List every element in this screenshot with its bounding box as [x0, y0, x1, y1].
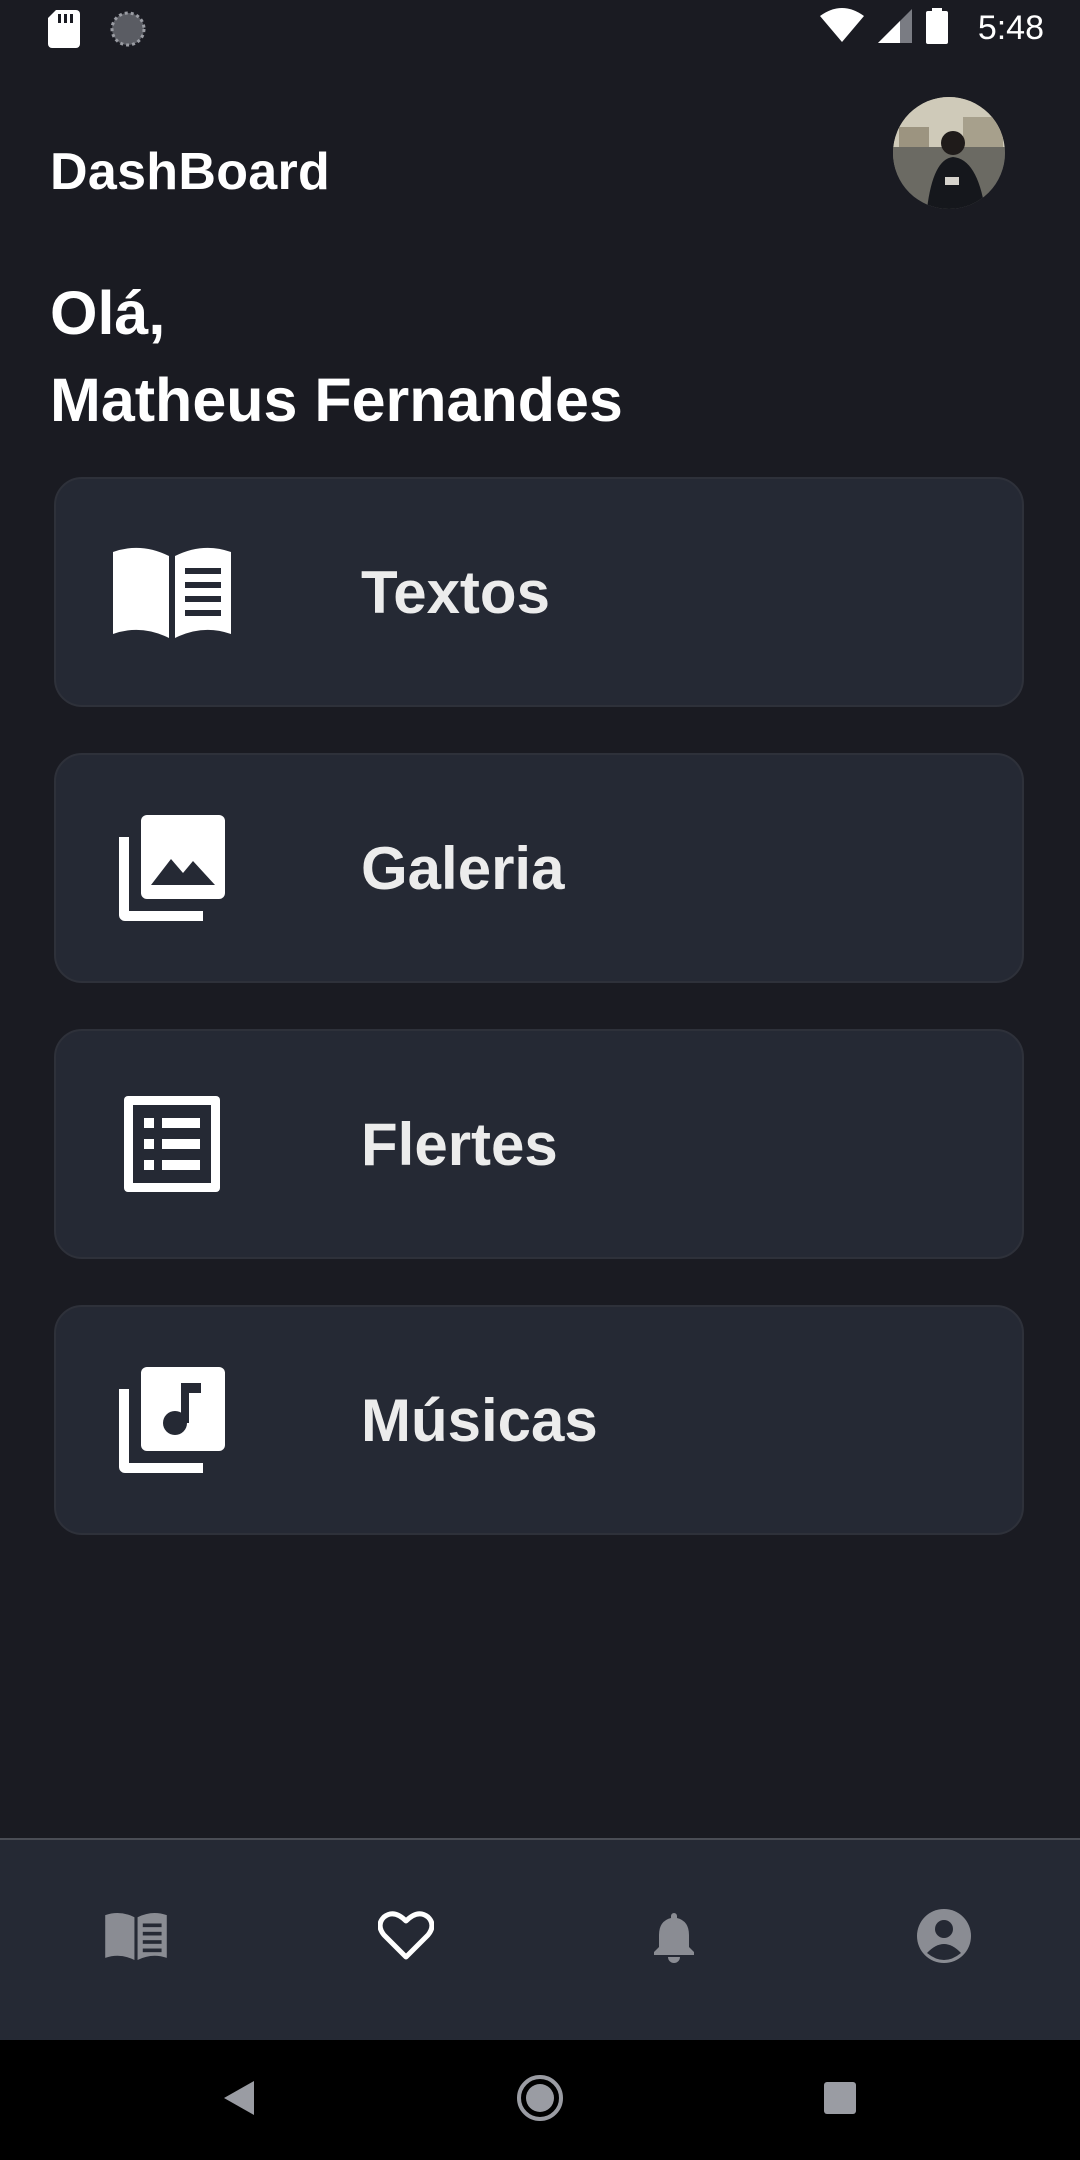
- menu-card-flertes[interactable]: Flertes: [54, 1029, 1024, 1259]
- menu-card-label: Textos: [361, 558, 550, 626]
- nav-item-perfil[interactable]: [904, 1898, 984, 1978]
- menu-card-label: Músicas: [361, 1386, 598, 1454]
- menu-card-textos[interactable]: Textos: [54, 477, 1024, 707]
- status-right: 5:48: [819, 8, 1044, 49]
- greeting-hello: Olá,: [50, 279, 166, 347]
- menu-card-label: Flertes: [361, 1110, 558, 1178]
- heart-outline-icon: [377, 1910, 435, 1966]
- back-button[interactable]: [210, 2070, 270, 2130]
- nav-item-textos[interactable]: [96, 1898, 176, 1978]
- back-icon: [224, 2080, 256, 2120]
- nav-item-notificacoes[interactable]: [634, 1898, 714, 1978]
- sd-card-icon: [48, 10, 80, 53]
- wifi-icon: [819, 8, 864, 49]
- page-title: DashBoard: [50, 143, 331, 201]
- home-icon: [516, 2074, 564, 2127]
- recents-icon: [824, 2081, 856, 2119]
- signal-icon: [877, 9, 912, 48]
- bell-icon: [652, 1909, 696, 1968]
- dashboard-menu: Textos Galeria Flertes Músicas: [54, 477, 1026, 1581]
- photo-library-icon: [112, 813, 232, 923]
- menu-card-musicas[interactable]: Músicas: [54, 1305, 1024, 1535]
- status-time: 5:48: [977, 9, 1044, 47]
- status-left: [48, 10, 146, 53]
- greeting: Olá, Matheus Fernandes: [50, 270, 623, 444]
- home-button[interactable]: [510, 2070, 570, 2130]
- system-navigation-bar: [0, 2040, 1080, 2160]
- account-circle-icon: [917, 1908, 971, 1968]
- status-bar: 5:48: [0, 0, 1080, 64]
- music-library-icon: [112, 1365, 232, 1475]
- menu-card-label: Galeria: [361, 834, 565, 902]
- bottom-navigation: [0, 1838, 1080, 2040]
- nav-item-favoritos[interactable]: [366, 1898, 446, 1978]
- sync-icon: [110, 11, 146, 52]
- greeting-user-name: Matheus Fernandes: [50, 366, 623, 434]
- menu-card-galeria[interactable]: Galeria: [54, 753, 1024, 983]
- book-open-icon: [112, 537, 232, 647]
- avatar[interactable]: [893, 97, 1005, 209]
- list-icon: [112, 1089, 232, 1199]
- book-icon: [105, 1912, 167, 1965]
- recents-button[interactable]: [810, 2070, 870, 2130]
- battery-icon: [925, 8, 948, 49]
